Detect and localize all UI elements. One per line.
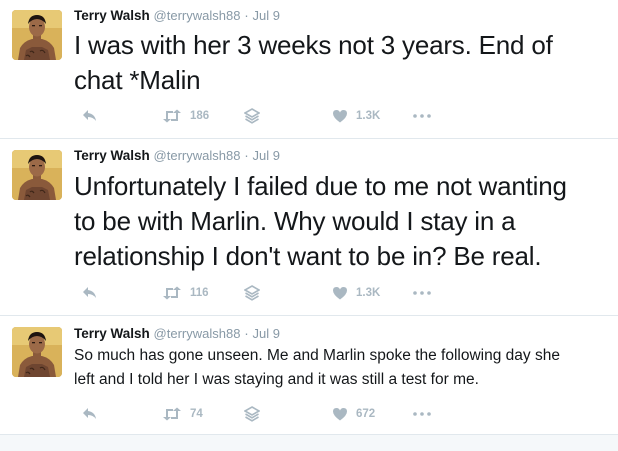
reply-icon <box>82 407 98 421</box>
reply-button[interactable] <box>82 283 98 303</box>
tweet-actions: 116 1.3K <box>74 283 454 303</box>
heart-icon <box>332 407 348 421</box>
more-icon <box>413 114 431 118</box>
tweet-text-line: chat *Malin <box>74 65 201 95</box>
retweet-icon <box>162 286 182 300</box>
more-button[interactable] <box>413 283 431 303</box>
tweet[interactable]: Terry Walsh @terrywalsh88 · Jul 9 So muc… <box>0 316 618 434</box>
tweet-header: Terry Walsh @terrywalsh88 · Jul 9 <box>74 326 280 341</box>
stack-button[interactable] <box>244 404 260 424</box>
profile-photo <box>12 150 62 200</box>
heart-icon <box>332 286 348 300</box>
tweet-date[interactable]: Jul 9 <box>252 148 279 163</box>
tweet-text-line: I was with her 3 weeks not 3 years. End … <box>74 30 553 60</box>
like-count: 1.3K <box>356 110 381 122</box>
tweet-text-line: left and I told her I was staying and it… <box>74 371 479 388</box>
like-button[interactable]: 1.3K <box>332 106 380 126</box>
author-handle[interactable]: @terrywalsh88 <box>154 148 241 163</box>
retweet-icon <box>162 407 182 421</box>
reply-button[interactable] <box>82 106 98 126</box>
tweet-text-line: relationship I don't want to be in? Be r… <box>74 241 542 271</box>
profile-photo <box>12 10 62 60</box>
author-name[interactable]: Terry Walsh <box>74 8 150 23</box>
tweet-text-line: to be with Marlin. Why would I stay in a <box>74 206 516 236</box>
avatar[interactable] <box>12 150 62 200</box>
more-icon <box>413 412 431 416</box>
avatar[interactable] <box>12 327 62 377</box>
tweet[interactable]: Terry Walsh @terrywalsh88 · Jul 9 Unfort… <box>0 139 618 315</box>
more-icon <box>413 291 431 295</box>
stack-button[interactable] <box>244 283 260 303</box>
more-button[interactable] <box>413 106 431 126</box>
stack-icon <box>244 406 260 422</box>
retweet-count: 186 <box>190 110 210 122</box>
tweet-text: I was with her 3 weeks not 3 years. End … <box>74 28 612 98</box>
like-count: 672 <box>356 408 376 420</box>
retweet-count: 116 <box>190 287 209 299</box>
retweet-button[interactable]: 116 <box>162 283 209 303</box>
author-handle[interactable]: @terrywalsh88 <box>154 326 241 341</box>
avatar[interactable] <box>12 10 62 60</box>
reply-button[interactable] <box>82 404 98 424</box>
retweet-count: 74 <box>190 408 203 420</box>
tweet-date[interactable]: Jul 9 <box>252 8 279 23</box>
tweet-text: Unfortunately I failed due to me not wan… <box>74 169 612 274</box>
author-name[interactable]: Terry Walsh <box>74 148 150 163</box>
retweet-icon <box>162 109 182 123</box>
like-button[interactable]: 1.3K <box>332 283 380 303</box>
timeline-footer <box>0 434 618 451</box>
separator: · <box>244 8 249 23</box>
retweet-button[interactable]: 74 <box>162 404 203 424</box>
more-button[interactable] <box>413 404 431 424</box>
tweet-text-line: Unfortunately I failed due to me not wan… <box>74 171 567 201</box>
tweet-date[interactable]: Jul 9 <box>252 326 279 341</box>
stack-icon <box>244 285 260 301</box>
reply-icon <box>82 286 98 300</box>
profile-photo <box>12 327 62 377</box>
tweet[interactable]: Terry Walsh @terrywalsh88 · Jul 9 I was … <box>0 0 618 138</box>
stack-icon <box>244 108 260 124</box>
separator: · <box>244 148 249 163</box>
stack-button[interactable] <box>244 106 260 126</box>
tweet-text: So much has gone unseen. Me and Marlin s… <box>74 344 612 392</box>
tweet-actions: 74 672 <box>74 404 454 424</box>
tweet-actions: 186 1.3K <box>74 106 454 126</box>
reply-icon <box>82 109 98 123</box>
like-count: 1.3K <box>356 287 381 299</box>
author-name[interactable]: Terry Walsh <box>74 326 150 341</box>
author-handle[interactable]: @terrywalsh88 <box>154 8 241 23</box>
separator: · <box>244 326 249 341</box>
retweet-button[interactable]: 186 <box>162 106 209 126</box>
tweet-text-line: So much has gone unseen. Me and Marlin s… <box>74 347 560 364</box>
like-button[interactable]: 672 <box>332 404 375 424</box>
tweet-header: Terry Walsh @terrywalsh88 · Jul 9 <box>74 8 280 23</box>
tweet-header: Terry Walsh @terrywalsh88 · Jul 9 <box>74 148 280 163</box>
heart-icon <box>332 109 348 123</box>
